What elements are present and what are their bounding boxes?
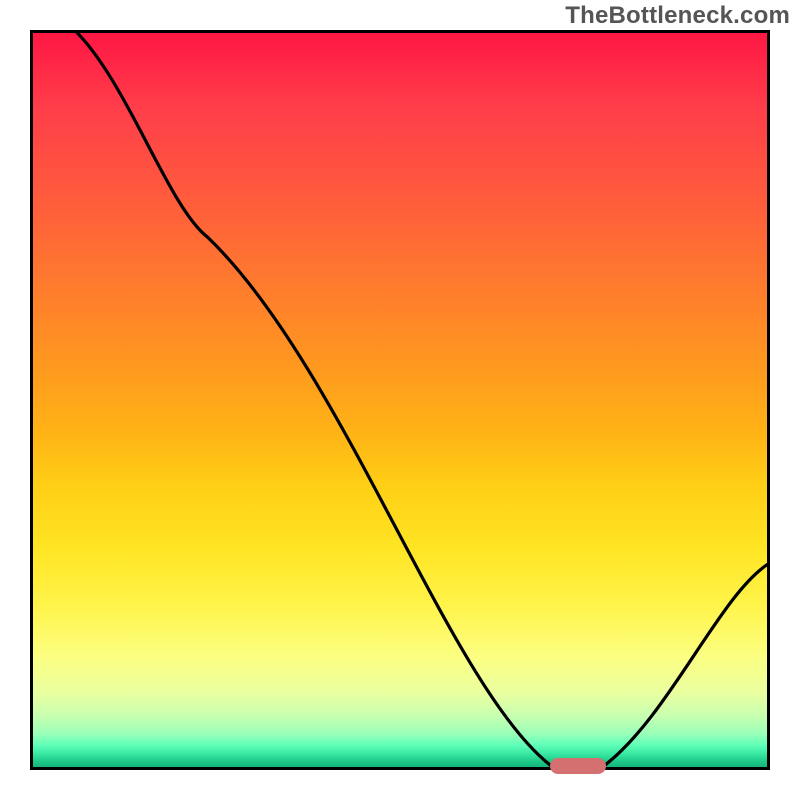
optimal-marker [550,758,606,774]
gradient-background [30,30,770,770]
watermark-text: TheBottleneck.com [565,2,790,30]
bottleneck-chart: TheBottleneck.com [0,0,800,800]
plot-area [30,30,770,770]
